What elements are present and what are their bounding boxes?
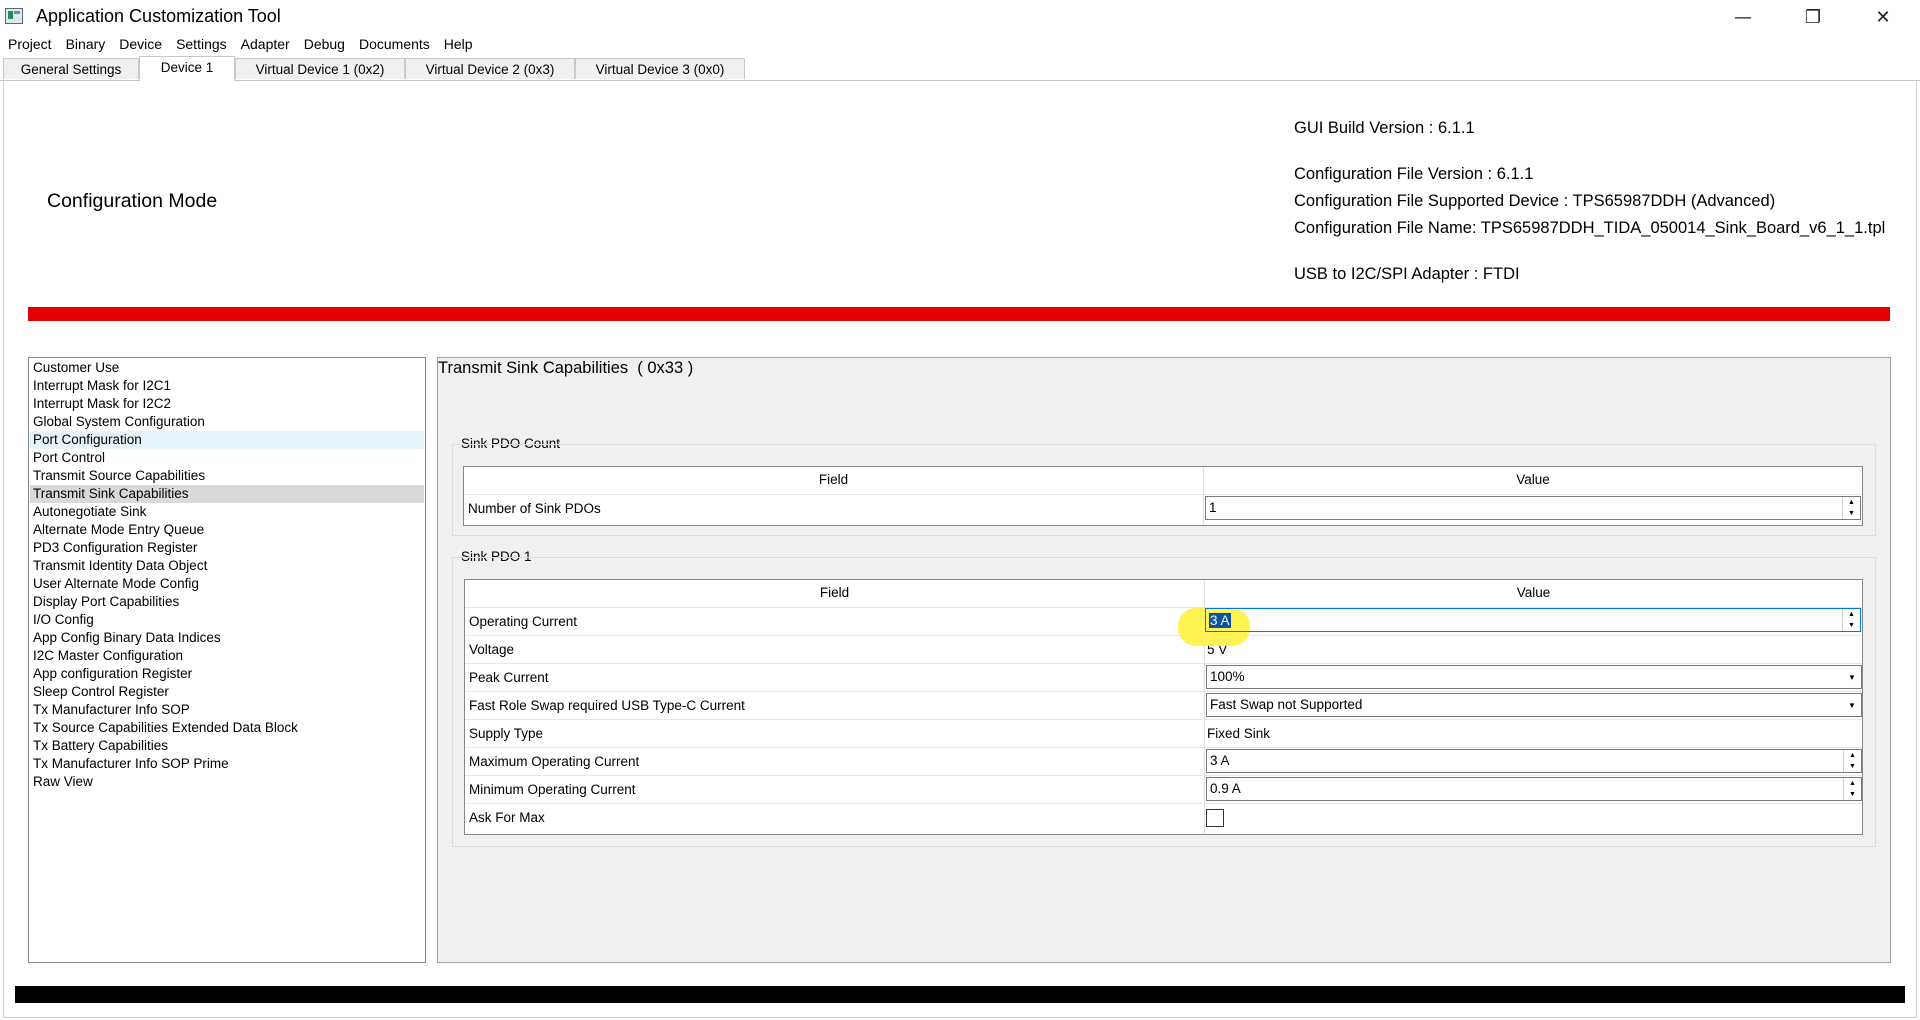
menu-debug[interactable]: Debug (297, 34, 352, 54)
spinner-value: 3 A (1210, 753, 1230, 768)
tab-device-1[interactable]: Device 1 (139, 56, 235, 81)
register-list[interactable]: Customer Use Interrupt Mask for I2C1 Int… (28, 357, 426, 963)
nav-app-configuration-register[interactable]: App configuration Register (30, 665, 424, 683)
nav-interrupt-mask-i2c2[interactable]: Interrupt Mask for I2C2 (30, 395, 424, 413)
operating-current-spinner[interactable]: 3 A ▲ ▼ (1205, 608, 1861, 632)
menu-device[interactable]: Device (112, 34, 169, 54)
nav-tx-source-capabilities-extended[interactable]: Tx Source Capabilities Extended Data Blo… (30, 719, 424, 737)
restore-icon: ❐ (1804, 6, 1822, 28)
number-of-sink-pdos-spinner[interactable]: 1 ▲ ▼ (1205, 496, 1861, 520)
tab-bar: General Settings Device 1 Virtual Device… (0, 56, 1920, 81)
tab-virtual-device-1[interactable]: Virtual Device 1 (0x2) (235, 58, 405, 79)
restore-button[interactable]: ❐ (1778, 0, 1848, 34)
field-supply-type: Supply Type (469, 726, 544, 741)
menu-settings[interactable]: Settings (169, 34, 234, 54)
spin-up-icon[interactable]: ▲ (1844, 750, 1861, 761)
close-icon: ✕ (1875, 6, 1891, 28)
field-minimum-operating-current: Minimum Operating Current (469, 782, 636, 797)
field-peak-current: Peak Current (469, 670, 549, 685)
configuration-mode-label: Configuration Mode (47, 190, 218, 212)
tab-general-settings[interactable]: General Settings (3, 58, 139, 79)
fast-role-swap-dropdown[interactable]: Fast Swap not Supported ▼ (1206, 693, 1862, 717)
app-icon (5, 8, 23, 24)
spin-up-icon[interactable]: ▲ (1844, 778, 1861, 789)
column-divider (1203, 467, 1204, 525)
window-title: Application Customization Tool (36, 6, 281, 26)
maximum-operating-current-spinner[interactable]: 3 A ▲ ▼ (1206, 749, 1862, 773)
field-column-header: Field (818, 472, 849, 487)
value-column-header: Value (1516, 472, 1550, 487)
field-column-header: Field (819, 585, 850, 600)
gui-build-version: GUI Build Version : 6.1.1 (1294, 119, 1475, 137)
nav-raw-view[interactable]: Raw View (30, 773, 424, 791)
chevron-down-icon[interactable]: ▼ (1845, 666, 1859, 688)
nav-alternate-mode-entry-queue[interactable]: Alternate Mode Entry Queue (30, 521, 424, 539)
nav-tx-manufacturer-info-sop-prime[interactable]: Tx Manufacturer Info SOP Prime (30, 755, 424, 773)
spin-down-icon[interactable]: ▼ (1843, 620, 1860, 631)
spin-up-icon[interactable]: ▲ (1843, 609, 1860, 620)
status-bar-red (28, 307, 1890, 321)
nav-global-system-configuration[interactable]: Global System Configuration (30, 413, 424, 431)
row-divider (464, 494, 1862, 495)
chevron-down-icon[interactable]: ▼ (1845, 694, 1859, 716)
spinner-value-selected: 3 A (1209, 613, 1231, 628)
spin-down-icon[interactable]: ▼ (1844, 789, 1861, 800)
ask-for-max-checkbox[interactable] (1206, 809, 1224, 827)
nav-port-control[interactable]: Port Control (30, 449, 424, 467)
menu-project[interactable]: Project (0, 34, 59, 54)
nav-sleep-control-register[interactable]: Sleep Control Register (30, 683, 424, 701)
field-voltage: Voltage (469, 642, 515, 657)
panel-title: Transmit Sink Capabilities ( 0x33 ) (438, 359, 694, 377)
config-file-name: Configuration File Name: TPS65987DDH_TID… (1294, 219, 1886, 237)
menu-documents[interactable]: Documents (352, 34, 437, 54)
nav-i2c-master-configuration[interactable]: I2C Master Configuration (30, 647, 424, 665)
title-bar: Application Customization Tool — ❐ ✕ (0, 0, 1920, 34)
nav-interrupt-mask-i2c1[interactable]: Interrupt Mask for I2C1 (30, 377, 424, 395)
sink-pdo-count-table: Field Value Number of Sink PDOs 1 ▲ ▼ (463, 466, 1863, 526)
nav-pd3-configuration-register[interactable]: PD3 Configuration Register (30, 539, 424, 557)
nav-user-alternate-mode-config[interactable]: User Alternate Mode Config (30, 575, 424, 593)
nav-port-configuration[interactable]: Port Configuration (30, 431, 424, 449)
tab-virtual-device-3[interactable]: Virtual Device 3 (0x0) (575, 58, 745, 79)
dropdown-value: Fast Swap not Supported (1210, 697, 1363, 712)
nav-tx-battery-capabilities[interactable]: Tx Battery Capabilities (30, 737, 424, 755)
spin-down-icon[interactable]: ▼ (1843, 508, 1860, 519)
adapter-info: USB to I2C/SPI Adapter : FTDI (1294, 265, 1520, 283)
config-supported-device: Configuration File Supported Device : TP… (1294, 192, 1776, 210)
nav-display-port-capabilities[interactable]: Display Port Capabilities (30, 593, 424, 611)
minimum-operating-current-spinner[interactable]: 0.9 A ▲ ▼ (1206, 777, 1862, 801)
menu-adapter[interactable]: Adapter (234, 34, 297, 54)
config-file-version: Configuration File Version : 6.1.1 (1294, 165, 1534, 183)
field-number-of-sink-pdos: Number of Sink PDOs (468, 501, 601, 516)
menu-help[interactable]: Help (437, 34, 480, 54)
nav-tx-manufacturer-info-sop[interactable]: Tx Manufacturer Info SOP (30, 701, 424, 719)
minimize-icon: — (1734, 6, 1752, 28)
status-bar-black (15, 986, 1905, 1003)
nav-transmit-source-capabilities[interactable]: Transmit Source Capabilities (30, 467, 424, 485)
field-maximum-operating-current: Maximum Operating Current (469, 754, 640, 769)
spin-up-icon[interactable]: ▲ (1843, 497, 1860, 508)
peak-current-dropdown[interactable]: 100% ▼ (1206, 665, 1862, 689)
menu-binary[interactable]: Binary (59, 34, 113, 54)
spin-down-icon[interactable]: ▼ (1844, 761, 1861, 772)
spinner-value: 1 (1209, 500, 1217, 515)
nav-customer-use[interactable]: Customer Use (30, 359, 424, 377)
nav-transmit-identity-data-object[interactable]: Transmit Identity Data Object (30, 557, 424, 575)
dropdown-value: 100% (1210, 669, 1245, 684)
value-column-header: Value (1516, 585, 1551, 600)
nav-io-config[interactable]: I/O Config (30, 611, 424, 629)
supply-type-value: Fixed Sink (1207, 726, 1271, 741)
menu-bar: Project Binary Device Settings Adapter D… (0, 34, 480, 54)
nav-app-config-binary-data-indices[interactable]: App Config Binary Data Indices (30, 629, 424, 647)
close-button[interactable]: ✕ (1848, 0, 1918, 34)
tab-virtual-device-2[interactable]: Virtual Device 2 (0x3) (405, 58, 575, 79)
field-ask-for-max: Ask For Max (469, 810, 545, 825)
field-fast-role-swap-current: Fast Role Swap required USB Type-C Curre… (469, 698, 745, 713)
nav-autonegotiate-sink[interactable]: Autonegotiate Sink (30, 503, 424, 521)
nav-transmit-sink-capabilities[interactable]: Transmit Sink Capabilities (30, 485, 424, 503)
field-operating-current: Operating Current (469, 614, 578, 629)
spinner-value: 0.9 A (1210, 781, 1241, 796)
minimize-button[interactable]: — (1708, 0, 1778, 34)
